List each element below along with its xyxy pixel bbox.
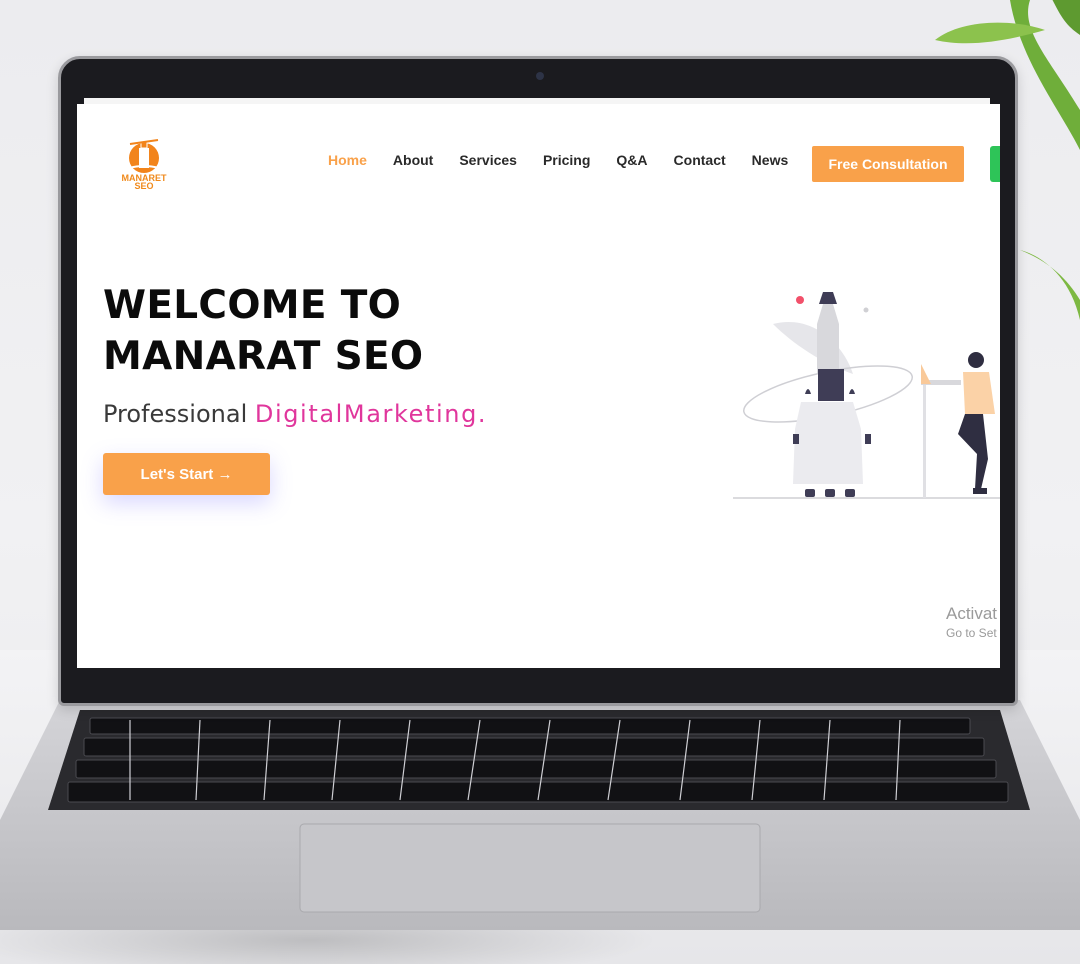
brand-logo[interactable]: MANARET SEO [114, 136, 174, 196]
main-nav: Home About Services Pricing Q&A Contact … [328, 152, 814, 174]
watermark-line1: Activat [946, 604, 998, 623]
green-action-button[interactable] [990, 146, 1000, 182]
webcam [536, 72, 544, 80]
hero-title-line1: WELCOME TO [103, 283, 402, 328]
nav-item-home[interactable]: Home [328, 152, 367, 174]
laptop-keyboard-deck [0, 700, 1080, 930]
free-consultation-button[interactable]: Free Consultation [812, 146, 964, 182]
nav-item-pricing[interactable]: Pricing [543, 152, 590, 174]
nav-item-news[interactable]: News [752, 152, 789, 174]
hero-subtitle-accent: DigitalMarketing. [254, 400, 488, 428]
nav-item-qa[interactable]: Q&A [616, 152, 647, 174]
nav-item-contact[interactable]: Contact [674, 152, 726, 174]
lets-start-button[interactable]: Let's Start → [103, 453, 270, 495]
hero-title: WELCOME TO MANARAT SEO [103, 280, 523, 382]
rocket-launch-illustration [733, 292, 1000, 499]
lighthouse-icon [128, 139, 160, 173]
website-screen: MANARET SEO Home About Services Pricing … [77, 104, 1000, 668]
hero-subtitle-prefix: Professional [103, 400, 248, 428]
nav-item-services[interactable]: Services [459, 152, 517, 174]
brand-logo-text: MANARET SEO [121, 173, 167, 191]
watermark-line2: Go to Set [946, 626, 997, 640]
windows-activation-watermark: Activat Go to Set [946, 604, 997, 640]
hero-subtitle: Professional DigitalMarketing. [103, 400, 487, 428]
nav-item-about[interactable]: About [393, 152, 433, 174]
hero-title-line2: MANARAT SEO [103, 334, 424, 379]
